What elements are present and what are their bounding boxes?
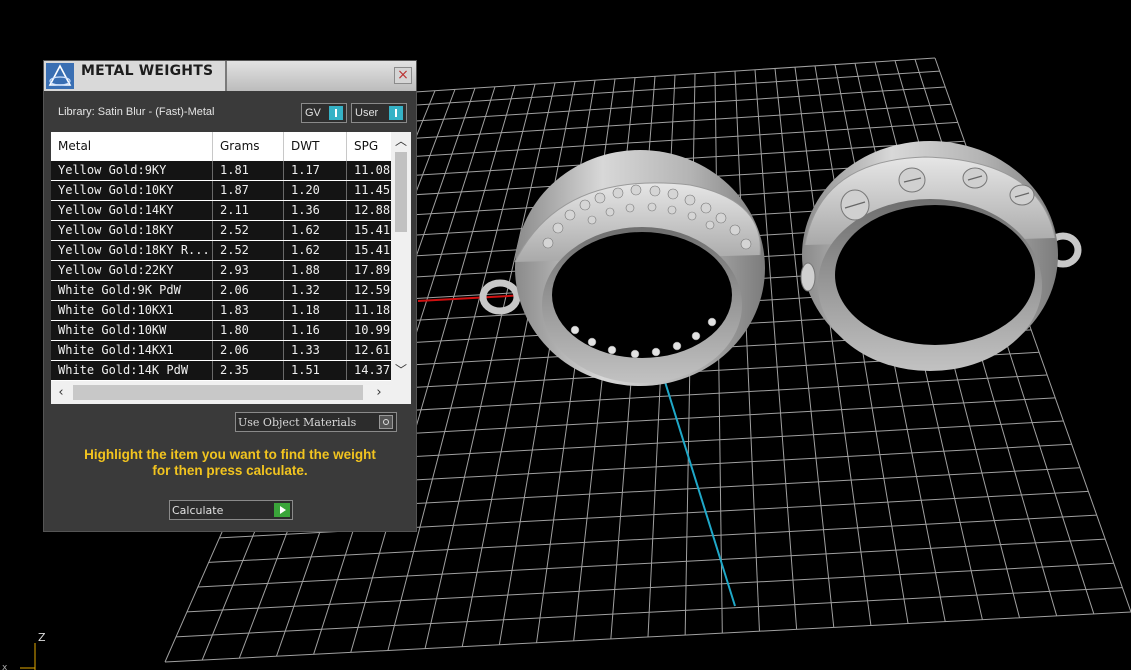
grams-cell: 2.35 <box>213 361 284 380</box>
table-row[interactable]: Yellow Gold:9KY 1.81 1.17 11.08 <box>51 161 391 180</box>
grams-cell: 1.83 <box>213 301 284 320</box>
metal-cell: White Gold:10KW <box>51 321 213 340</box>
table-row[interactable]: White Gold:10KW 1.80 1.16 10.99 <box>51 321 391 340</box>
spg-cell: 17.89 <box>354 263 391 277</box>
metal-cell: Yellow Gold:10KY <box>51 181 213 200</box>
metal-weights-panel: METAL WEIGHTS × Library: Satin Blur - (F… <box>43 60 417 532</box>
instruction-text: Highlight the item you want to find the … <box>54 447 406 479</box>
metal-cell: Yellow Gold:9KY <box>51 161 213 180</box>
dwt-cell: 1.20 <box>284 181 347 200</box>
grams-cell: 2.52 <box>213 221 284 240</box>
column-header-metal[interactable]: Metal <box>51 132 213 161</box>
metal-cell: White Gold:10KX1 <box>51 301 213 320</box>
instruction-line-1: Highlight the item you want to find the … <box>84 447 376 462</box>
table-row[interactable]: Yellow Gold:14KY 2.11 1.36 12.88 <box>51 201 391 220</box>
close-icon[interactable]: × <box>394 67 412 84</box>
axis-label-x: x <box>2 663 8 670</box>
spg-cell: 14.37 <box>354 363 391 377</box>
scroll-up-icon[interactable]: ︿ <box>391 132 411 150</box>
metal-cell: White Gold:14KX1 <box>51 341 213 360</box>
metal-cell: White Gold:14K PdW <box>51 361 213 380</box>
dwt-cell: 1.51 <box>284 361 347 380</box>
toggle-switch-icon <box>389 106 403 120</box>
user-toggle-label: User <box>355 107 379 119</box>
dwt-cell: 1.62 <box>284 241 347 260</box>
grams-cell: 2.11 <box>213 201 284 220</box>
dwt-cell: 1.18 <box>284 301 347 320</box>
panel-titlebar[interactable]: METAL WEIGHTS × <box>44 61 416 91</box>
table-row[interactable]: White Gold:9K PdW 2.06 1.32 12.59 <box>51 281 391 300</box>
gv-toggle-label: GV <box>305 107 321 119</box>
column-header-dwt[interactable]: DWT <box>284 132 347 161</box>
grams-cell: 2.06 <box>213 281 284 300</box>
spg-cell: 12.59 <box>354 283 391 297</box>
use-object-materials-toggle[interactable]: Use Object Materials <box>235 412 397 432</box>
metal-cell: Yellow Gold:18KY R... <box>51 241 213 260</box>
dwt-cell: 1.17 <box>284 161 347 180</box>
dwt-cell: 1.32 <box>284 281 347 300</box>
scroll-right-icon[interactable]: › <box>369 381 389 404</box>
table-header: Metal Grams DWT SPG <box>51 132 391 161</box>
metal-cell: Yellow Gold:18KY <box>51 221 213 240</box>
spg-cell: 11.45 <box>354 183 391 197</box>
toggle-switch-icon <box>329 106 343 120</box>
dwt-cell: 1.62 <box>284 221 347 240</box>
metal-cell: Yellow Gold:22KY <box>51 261 213 280</box>
table-row[interactable]: Yellow Gold:18KY R... 2.52 1.62 15.41 <box>51 241 391 260</box>
vertical-scroll-thumb[interactable] <box>395 152 407 232</box>
table-row[interactable]: White Gold:10KX1 1.83 1.18 11.18 <box>51 301 391 320</box>
horizontal-scrollbar[interactable]: ‹ › <box>51 381 391 404</box>
use-object-materials-label: Use Object Materials <box>238 416 357 429</box>
grams-cell: 2.06 <box>213 341 284 360</box>
grams-cell: 1.87 <box>213 181 284 200</box>
column-header-spg[interactable]: SPG <box>347 132 391 161</box>
scroll-left-icon[interactable]: ‹ <box>51 381 71 404</box>
horizontal-scroll-thumb[interactable] <box>73 385 363 400</box>
dwt-cell: 1.33 <box>284 341 347 360</box>
scrollbar-corner <box>391 381 411 404</box>
gv-toggle[interactable]: GV <box>301 103 347 123</box>
radio-icon <box>379 415 393 429</box>
table-body: Yellow Gold:9KY 1.81 1.17 11.08 Yellow Gold:… <box>51 161 391 381</box>
spg-cell: 11.18 <box>354 303 391 317</box>
play-arrow-icon <box>274 503 290 517</box>
app-logo-icon <box>46 63 74 89</box>
grams-cell: 2.93 <box>213 261 284 280</box>
dwt-cell: 1.36 <box>284 201 347 220</box>
vertical-scrollbar[interactable]: ︿ ﹀ <box>391 132 411 381</box>
axis-label-z: Z <box>38 631 46 644</box>
scroll-down-icon[interactable]: ﹀ <box>391 361 411 379</box>
dwt-cell: 1.88 <box>284 261 347 280</box>
metal-cell: Yellow Gold:14KY <box>51 201 213 220</box>
table-row[interactable]: Yellow Gold:10KY 1.87 1.20 11.45 <box>51 181 391 200</box>
panel-title-tab: METAL WEIGHTS <box>44 61 227 91</box>
column-header-grams[interactable]: Grams <box>213 132 284 161</box>
library-label: Library: Satin Blur - (Fast)-Metal <box>58 106 215 118</box>
spg-cell: 15.41 <box>354 223 391 237</box>
user-toggle[interactable]: User <box>351 103 407 123</box>
spg-cell: 11.08 <box>354 163 391 177</box>
grams-cell: 1.81 <box>213 161 284 180</box>
calculate-label: Calculate <box>172 504 224 517</box>
spg-cell: 12.88 <box>354 203 391 217</box>
instruction-line-2: for then press calculate. <box>152 463 308 478</box>
table-row[interactable]: White Gold:14KX1 2.06 1.33 12.61 <box>51 341 391 360</box>
metal-table[interactable]: Metal Grams DWT SPG Yellow Gold:9KY 1.81 1… <box>51 132 411 404</box>
calculate-button[interactable]: Calculate <box>169 500 293 520</box>
table-row[interactable]: White Gold:14K PdW 2.35 1.51 14.37 <box>51 361 391 380</box>
spg-cell: 12.61 <box>354 343 391 357</box>
table-row[interactable]: Yellow Gold:18KY 2.52 1.62 15.41 <box>51 221 391 240</box>
dwt-cell: 1.16 <box>284 321 347 340</box>
spg-cell: 15.41 <box>354 243 391 257</box>
metal-cell: White Gold:9K PdW <box>51 281 213 300</box>
spg-cell: 10.99 <box>354 323 391 337</box>
grams-cell: 2.52 <box>213 241 284 260</box>
table-row[interactable]: Yellow Gold:22KY 2.93 1.88 17.89 <box>51 261 391 280</box>
grams-cell: 1.80 <box>213 321 284 340</box>
panel-title: METAL WEIGHTS <box>81 63 214 79</box>
